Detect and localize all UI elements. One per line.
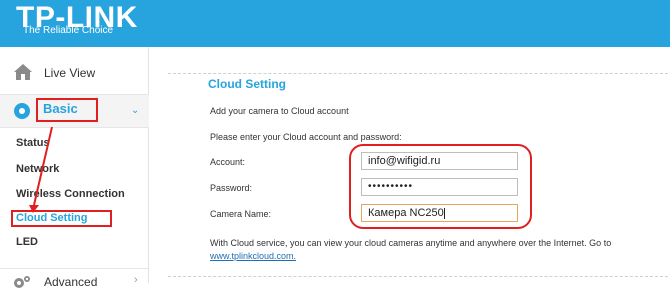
divider [168, 276, 668, 277]
camera-name-label: Camera Name: [210, 209, 272, 219]
intro-text: Add your camera to Cloud account [210, 106, 349, 116]
sidebar-item-status[interactable]: Status [16, 137, 50, 149]
footer-text: With Cloud service, you can view your cl… [210, 238, 612, 248]
sidebar-item-led[interactable]: LED [16, 236, 38, 248]
home-icon [14, 64, 32, 80]
main-content: Cloud Setting Add your camera to Cloud a… [150, 47, 670, 283]
sidebar-item-basic[interactable]: Basic ⌄ [0, 94, 149, 128]
sidebar-item-label: Basic [43, 101, 78, 116]
sidebar: Live View Basic ⌄ Status Network Wireles… [0, 47, 149, 289]
annotation-ellipse [349, 144, 532, 229]
sidebar-item-cloud-setting[interactable]: Cloud Setting [16, 212, 88, 224]
chevron-down-icon: ⌄ [131, 105, 140, 116]
logo-tagline: The Reliable Choice [23, 25, 114, 36]
page-title: Cloud Setting [208, 77, 286, 91]
top-header: TP-LINK The Reliable Choice [0, 0, 670, 47]
sidebar-item-network[interactable]: Network [16, 163, 59, 175]
gear-icon [14, 276, 30, 288]
sidebar-item-advanced[interactable]: Advanced › [0, 268, 149, 289]
sidebar-item-label: Live View [44, 66, 96, 80]
basic-settings-icon [14, 103, 30, 119]
password-label: Password: [210, 183, 253, 193]
chevron-right-icon: › [134, 274, 138, 286]
sidebar-item-label: Advanced [44, 275, 98, 289]
sidebar-item-wireless-connection[interactable]: Wireless Connection [16, 188, 125, 200]
account-label: Account: [210, 157, 246, 167]
prompt-text: Please enter your Cloud account and pass… [210, 132, 402, 142]
tplinkcloud-link[interactable]: www.tplinkcloud.com. [210, 251, 296, 261]
sidebar-item-live-view[interactable]: Live View [0, 59, 149, 89]
divider [168, 73, 668, 74]
